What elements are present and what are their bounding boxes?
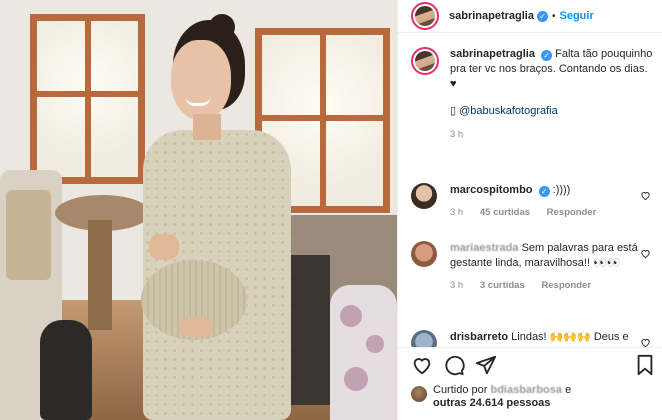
likes-summary: Curtido por bdiasbarbosa e outras 24.614… (411, 384, 661, 410)
comment-item: drisbarreto Lindas! 🙌🙌🙌 Deus e (398, 330, 662, 347)
verified-badge-icon: ✓ (536, 10, 548, 22)
comment-avatar[interactable] (411, 330, 437, 347)
liker-avatar[interactable] (411, 386, 427, 402)
comment-text: Lindas! 🙌🙌🙌 Deus e (511, 331, 629, 343)
comment-item: marcospitombo ✓ :)))) 3 h 45 curtidas Re… (398, 183, 662, 218)
separator-dot: • (551, 10, 556, 22)
divider (398, 347, 662, 348)
caption-username[interactable]: sabrinapetraglia (450, 48, 535, 60)
comment-item: mariaestrada Sem palavras para está gest… (398, 241, 662, 291)
photo-pregnant-woman (135, 12, 295, 420)
liker-username[interactable]: bdiasbarbosa (490, 384, 562, 396)
comment-likes[interactable]: 3 curtidas (480, 280, 525, 291)
photo-credit: ▯ @babuskafotografia (450, 104, 653, 117)
comments-list[interactable]: sabrinapetraglia ✓ Falta tão pouquinho p… (398, 47, 662, 347)
bookmark-icon[interactable] (634, 354, 656, 376)
instagram-post-frame: sabrinapetraglia ✓ • Seguir sabrinapetra… (0, 0, 662, 420)
post-photo[interactable] (0, 0, 397, 420)
heart-icon[interactable] (411, 354, 433, 376)
share-icon[interactable] (475, 354, 497, 376)
comment-time[interactable]: 3 h (450, 207, 463, 218)
likes-joiner: e (565, 384, 572, 396)
comment-avatar[interactable] (411, 241, 437, 267)
caption-time[interactable]: 3 h (450, 129, 463, 140)
comment-icon[interactable] (443, 354, 465, 376)
camera-icon: ▯ (450, 105, 457, 117)
comment-avatar[interactable] (411, 183, 437, 209)
comment-username[interactable]: drisbarreto (450, 331, 508, 343)
photo-window-left (30, 14, 145, 184)
credit-tag-link[interactable]: @babuskafotografia (459, 105, 558, 117)
caption-avatar[interactable] (411, 47, 439, 75)
action-bar (398, 352, 662, 378)
author-username[interactable]: sabrinapetraglia (449, 10, 534, 22)
heart-icon[interactable] (640, 190, 651, 201)
likes-prefix: Curtido por (433, 384, 488, 396)
comment-username[interactable]: marcospitombo (450, 184, 533, 196)
comment-text: :)))) (552, 184, 571, 196)
comment-username[interactable]: mariaestrada (450, 242, 519, 254)
post-sidebar: sabrinapetraglia ✓ • Seguir sabrinapetra… (397, 0, 662, 420)
caption: sabrinapetraglia ✓ Falta tão pouquinho p… (398, 47, 662, 140)
follow-button[interactable]: Seguir (560, 10, 594, 22)
heart-icon[interactable] (640, 337, 651, 347)
verified-badge-icon: ✓ (541, 50, 553, 61)
comment-time[interactable]: 3 h (450, 280, 463, 291)
heart-icon[interactable] (640, 248, 651, 259)
verified-badge-icon: ✓ (538, 186, 550, 197)
photo-guitar-case (40, 320, 92, 420)
author-avatar[interactable] (411, 2, 439, 30)
post-header: sabrinapetraglia ✓ • Seguir (398, 0, 662, 33)
reply-button[interactable]: Responder (541, 280, 591, 291)
photo-floral-chair (330, 285, 397, 420)
caption-meta: 3 h (450, 129, 653, 140)
likes-count[interactable]: outras 24.614 pessoas (433, 397, 550, 409)
reply-button[interactable]: Responder (547, 207, 597, 218)
comment-likes[interactable]: 45 curtidas (480, 207, 530, 218)
